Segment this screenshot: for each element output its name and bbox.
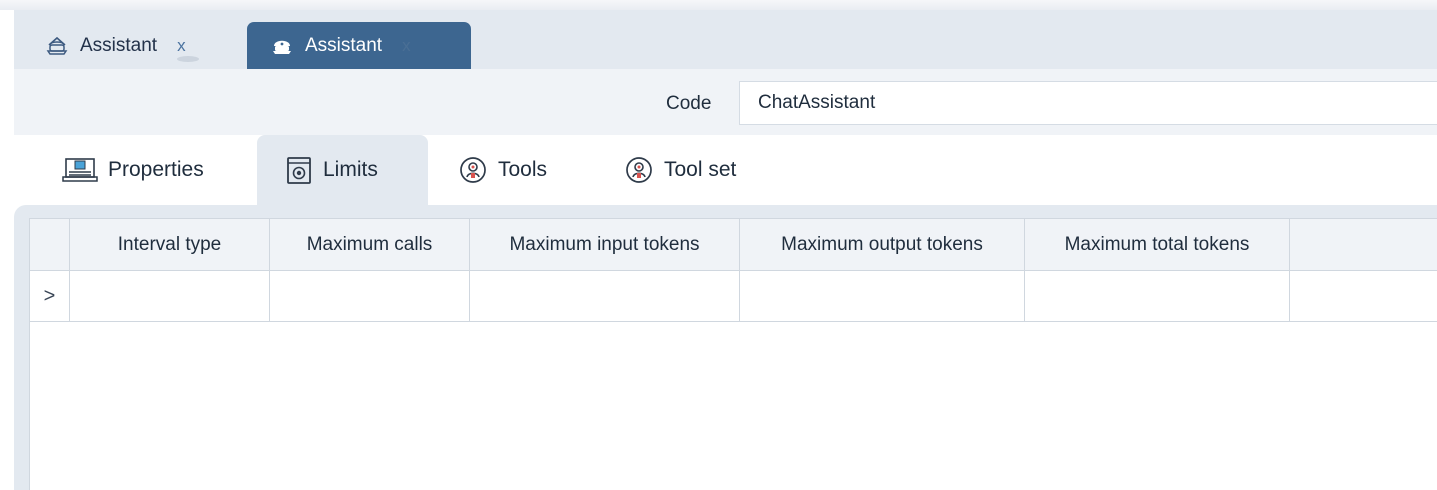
row-selector-header <box>30 219 70 270</box>
table-row[interactable]: > <box>30 271 1437 322</box>
close-tab-button[interactable]: x <box>402 36 411 56</box>
grid-header-row: Interval type Maximum calls Maximum inpu… <box>30 219 1437 271</box>
window-top-edge <box>0 0 1437 10</box>
doc-tab-label: Assistant <box>80 34 158 56</box>
close-tab-button[interactable]: x <box>177 36 186 56</box>
assistant-filled-icon <box>271 35 293 57</box>
tab-tools[interactable]: Tools <box>458 135 547 205</box>
column-header-maximum-total-tokens[interactable]: Maximum total tokens <box>1025 219 1290 270</box>
code-input[interactable] <box>739 81 1437 125</box>
properties-icon <box>62 156 98 184</box>
code-field-row: Code <box>14 69 1437 135</box>
document-tab-strip: Assistant x Assistant x <box>14 10 1437 69</box>
assistant-editor-window: Assistant x Assistant x Code ChatAssista… <box>0 0 1437 490</box>
cell-maximum-total-tokens[interactable] <box>1025 271 1290 321</box>
row-selector-chevron-icon[interactable]: > <box>30 271 70 321</box>
limits-panel: Interval type Maximum calls Maximum inpu… <box>14 205 1437 490</box>
tab-tool-set-label: Tool set <box>664 158 737 181</box>
cell-maximum-input-tokens[interactable] <box>470 271 740 321</box>
column-header-maximum-calls[interactable]: Maximum calls <box>270 219 470 270</box>
column-header-maximum-output-tokens[interactable]: Maximum output tokens <box>740 219 1025 270</box>
cell-interval-type[interactable] <box>70 271 270 321</box>
tool-set-icon <box>624 155 654 185</box>
close-button-shadow <box>177 56 199 62</box>
column-header-filler <box>1290 219 1437 270</box>
cell-filler <box>1290 271 1437 321</box>
doc-tab-assistant-1[interactable]: Assistant x <box>14 22 244 69</box>
limits-grid: Interval type Maximum calls Maximum inpu… <box>29 218 1437 490</box>
cell-maximum-calls[interactable] <box>270 271 470 321</box>
assistant-outline-icon <box>46 35 68 57</box>
column-header-interval-type[interactable]: Interval type <box>70 219 270 270</box>
tab-limits[interactable]: Limits <box>257 135 428 205</box>
limits-icon <box>285 154 313 186</box>
doc-tab-assistant-2[interactable]: Assistant x <box>247 22 471 69</box>
tab-properties[interactable]: Properties <box>62 135 204 205</box>
tools-icon <box>458 155 488 185</box>
tab-properties-label: Properties <box>108 158 204 181</box>
tab-limits-label: Limits <box>323 158 378 181</box>
section-tab-bar: Properties Limits Tools Tool set <box>14 135 1437 205</box>
column-header-maximum-input-tokens[interactable]: Maximum input tokens <box>470 219 740 270</box>
code-label: Code <box>666 93 712 114</box>
tab-tools-label: Tools <box>498 158 548 181</box>
doc-tab-label: Assistant <box>305 34 383 56</box>
cell-maximum-output-tokens[interactable] <box>740 271 1025 321</box>
tab-tool-set[interactable]: Tool set <box>624 135 736 205</box>
